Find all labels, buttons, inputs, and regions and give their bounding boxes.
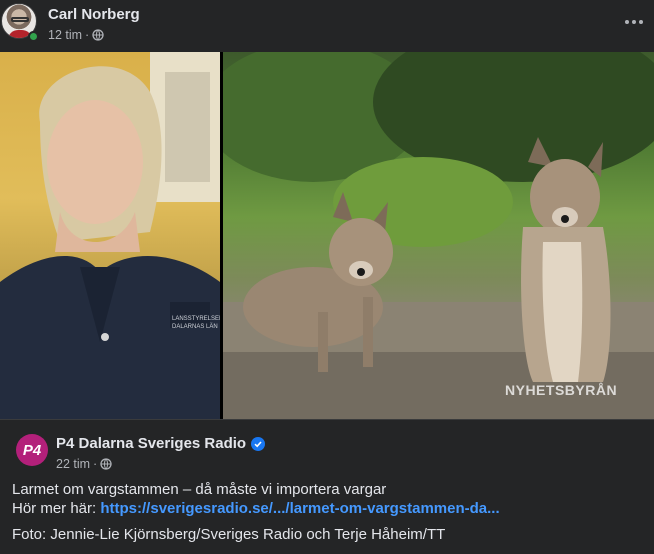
page-name[interactable]: P4 Dalarna Sveriges Radio — [56, 435, 246, 452]
portrait-illustration: LANSSTYRELSEN DALARNAS LÄN — [0, 52, 220, 419]
more-horizontal-icon — [625, 20, 629, 24]
article-link[interactable]: https://sverigesradio.se/.../larmet-om-v… — [100, 500, 499, 517]
globe-icon[interactable] — [92, 29, 104, 41]
verified-badge-icon — [251, 436, 266, 451]
meta-separator: · — [85, 28, 90, 42]
shared-post-meta: 22 tim · — [56, 457, 112, 471]
more-dot — [639, 20, 643, 24]
page-name-row: P4 Dalarna Sveriges Radio — [56, 435, 266, 452]
meta-separator: · — [93, 457, 98, 471]
avatar-glasses — [11, 17, 29, 22]
watermark-text: NYHETSBYRÅN — [505, 382, 618, 398]
more-dot — [632, 20, 636, 24]
link-prefix: Hör mer här: — [12, 500, 101, 517]
wolf-pups-illustration — [223, 52, 654, 419]
shared-post-time[interactable]: 22 tim — [56, 457, 90, 471]
shared-post[interactable]: P4 P4 Dalarna Sveriges Radio 22 tim · La… — [0, 419, 654, 554]
photo-grid[interactable]: LANSSTYRELSEN DALARNAS LÄN NYHETSBYRÅN — [0, 52, 654, 419]
post-time[interactable]: 12 tim — [48, 28, 82, 42]
more-options-button[interactable] — [622, 10, 646, 34]
author-name[interactable]: Carl Norberg — [48, 6, 140, 23]
post-meta: 12 tim · — [48, 28, 104, 42]
post-text-line2: Hör mer här: https://sverigesradio.se/..… — [12, 499, 500, 518]
photo-wolf-pups[interactable] — [223, 52, 654, 419]
post-body: Larmet om vargstammen – då måste vi impo… — [12, 480, 500, 518]
page-logo[interactable]: P4 — [16, 434, 48, 466]
post-header: Carl Norberg 12 tim · — [0, 0, 654, 52]
globe-icon[interactable] — [100, 458, 112, 470]
badge-text-line: DALARNAS LÄN — [172, 323, 218, 330]
photo-portrait[interactable]: LANSSTYRELSEN DALARNAS LÄN — [0, 52, 220, 419]
badge-text-line: LANSSTYRELSEN — [172, 316, 220, 322]
online-status-icon — [28, 31, 39, 42]
photo-credit: Foto: Jennie-Lie Kjörnsberg/Sveriges Rad… — [12, 526, 446, 543]
post-text-line1: Larmet om vargstammen – då måste vi impo… — [12, 481, 387, 498]
page-logo-text: P4 — [22, 441, 42, 459]
